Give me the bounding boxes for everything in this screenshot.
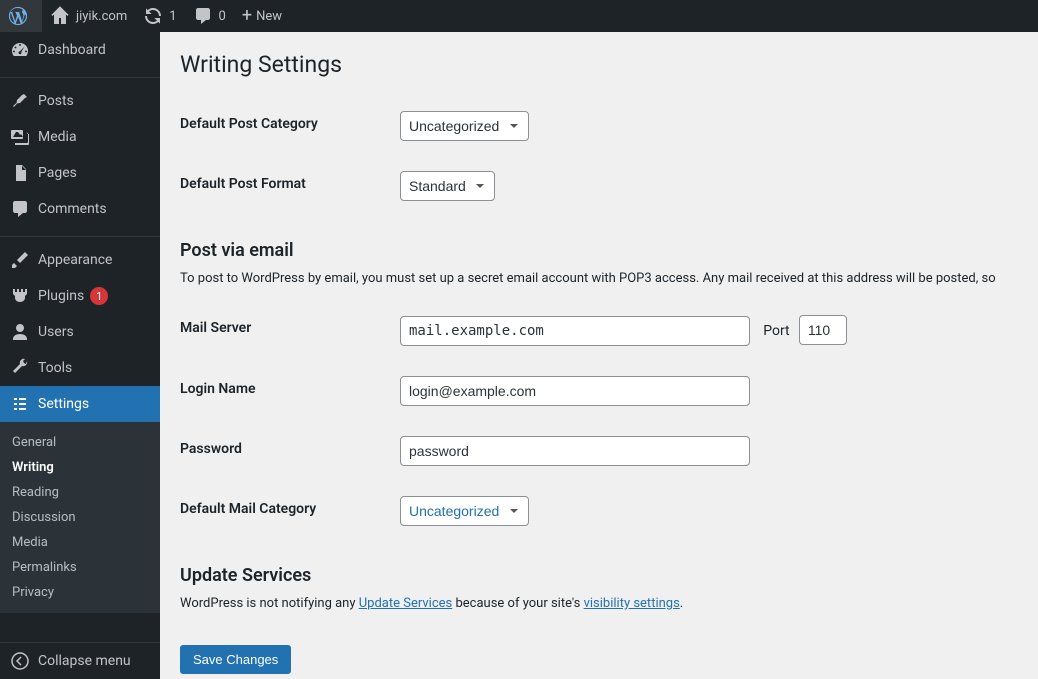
update-services-description: WordPress is not notifying any Update Se…	[180, 596, 1018, 611]
menu-label: Posts	[38, 93, 74, 109]
menu-separator	[0, 232, 160, 237]
admin-sidebar: Dashboard Posts Media Pages Comments App…	[0, 32, 160, 679]
menu-media[interactable]: Media	[0, 119, 160, 155]
submenu-reading[interactable]: Reading	[0, 480, 160, 505]
collapse-icon	[10, 651, 30, 671]
menu-label: Tools	[38, 360, 72, 376]
default-category-select[interactable]: Uncategorized	[400, 111, 529, 141]
password-input[interactable]	[400, 436, 750, 466]
settings-submenu: General Writing Reading Discussion Media…	[0, 422, 160, 613]
home-icon	[50, 6, 70, 26]
menu-label: Pages	[38, 165, 77, 181]
comment-icon	[193, 6, 213, 26]
menu-tools[interactable]: Tools	[0, 350, 160, 386]
menu-label: Media	[38, 129, 77, 145]
media-icon	[10, 127, 30, 147]
port-input[interactable]	[799, 315, 847, 345]
menu-settings[interactable]: Settings	[0, 386, 160, 422]
admin-bar: jiyik.com 1 0 + New	[0, 0, 1038, 32]
plus-icon: +	[242, 7, 252, 25]
dashboard-icon	[10, 40, 30, 60]
wordpress-icon	[8, 6, 28, 26]
menu-users[interactable]: Users	[0, 314, 160, 350]
menu-comments[interactable]: Comments	[0, 191, 160, 227]
site-name-text: jiyik.com	[76, 9, 127, 24]
post-via-email-description: To post to WordPress by email, you must …	[180, 271, 1018, 286]
menu-posts[interactable]: Posts	[0, 83, 160, 119]
menu-label: Plugins	[38, 288, 84, 304]
comment-icon	[10, 199, 30, 219]
settings-form: Default Post Category Uncategorized Defa…	[180, 96, 1018, 216]
submenu-discussion[interactable]: Discussion	[0, 505, 160, 530]
submenu-privacy[interactable]: Privacy	[0, 580, 160, 605]
update-services-heading: Update Services	[180, 565, 1018, 586]
submenu-general[interactable]: General	[0, 430, 160, 455]
menu-label: Comments	[38, 201, 107, 217]
wp-logo[interactable]	[0, 0, 42, 32]
visibility-settings-link[interactable]: visibility settings	[584, 596, 680, 611]
updates-link[interactable]: 1	[135, 0, 184, 32]
menu-appearance[interactable]: Appearance	[0, 242, 160, 278]
menu-label: Users	[38, 324, 74, 340]
default-mail-category-label: Default Mail Category	[180, 481, 400, 541]
menu-label: Appearance	[38, 252, 112, 268]
plugin-icon	[10, 286, 30, 306]
menu-separator	[0, 73, 160, 78]
menu-plugins[interactable]: Plugins 1	[0, 278, 160, 314]
menu-dashboard[interactable]: Dashboard	[0, 32, 160, 68]
mail-server-label: Mail Server	[180, 300, 400, 361]
collapse-label: Collapse menu	[38, 653, 131, 669]
default-format-label: Default Post Format	[180, 156, 400, 216]
user-icon	[10, 322, 30, 342]
default-mail-category-select[interactable]: Uncategorized	[400, 496, 529, 526]
page-icon	[10, 163, 30, 183]
comments-count: 0	[219, 9, 226, 24]
brush-icon	[10, 250, 30, 270]
menu-label: Dashboard	[38, 42, 106, 58]
save-button[interactable]: Save Changes	[180, 645, 291, 674]
update-services-link[interactable]: Update Services	[359, 596, 453, 611]
new-content-link[interactable]: + New	[234, 0, 290, 32]
settings-icon	[10, 394, 30, 414]
main-content: Writing Settings Default Post Category U…	[160, 32, 1038, 679]
plugins-badge: 1	[90, 287, 108, 305]
mail-form: Mail Server Port Login Name Password Def…	[180, 300, 1018, 541]
default-format-select[interactable]: Standard	[400, 171, 495, 201]
menu-pages[interactable]: Pages	[0, 155, 160, 191]
menu-label: Settings	[38, 396, 89, 412]
new-label: New	[256, 9, 282, 24]
submenu-permalinks[interactable]: Permalinks	[0, 555, 160, 580]
comments-link[interactable]: 0	[185, 0, 234, 32]
login-name-label: Login Name	[180, 361, 400, 421]
submenu-media[interactable]: Media	[0, 530, 160, 555]
post-via-email-heading: Post via email	[180, 240, 1018, 261]
submenu-writing[interactable]: Writing	[0, 455, 160, 480]
login-name-input[interactable]	[400, 376, 750, 406]
mail-server-input[interactable]	[400, 316, 750, 346]
port-label: Port	[763, 323, 789, 339]
updates-count: 1	[169, 9, 176, 24]
refresh-icon	[143, 6, 163, 26]
site-name-link[interactable]: jiyik.com	[42, 0, 135, 32]
page-title: Writing Settings	[180, 42, 1018, 82]
pin-icon	[10, 91, 30, 111]
password-label: Password	[180, 421, 400, 481]
wrench-icon	[10, 358, 30, 378]
default-category-label: Default Post Category	[180, 96, 400, 156]
collapse-menu[interactable]: Collapse menu	[0, 642, 160, 679]
